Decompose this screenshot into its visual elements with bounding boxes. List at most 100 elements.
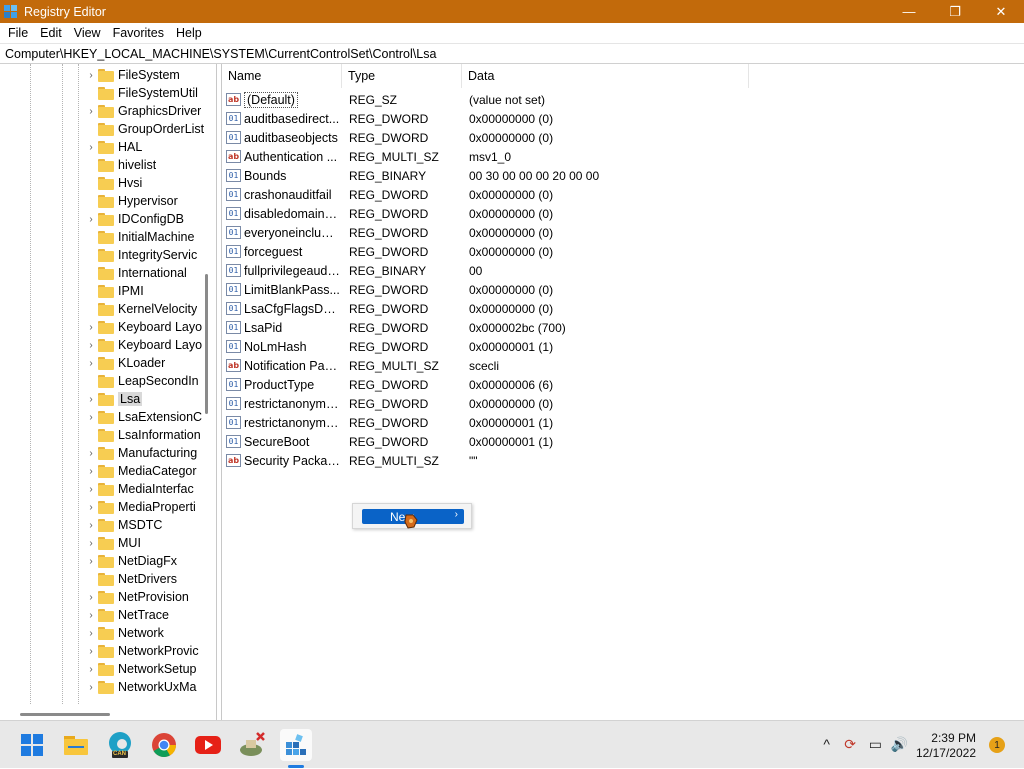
value-row[interactable]: ab (Default) REG_SZ (value not set): [226, 90, 545, 109]
tree-item[interactable]: › NetworkUxMa: [86, 678, 210, 696]
chevron-right-icon[interactable]: ›: [86, 628, 96, 639]
tree-item[interactable]: Hvsi: [86, 174, 210, 192]
value-row[interactable]: 01 everyoneinclude... REG_DWORD 0x00000000 …: [226, 223, 553, 242]
edge-canary-icon[interactable]: CAN: [104, 729, 136, 761]
app-icon[interactable]: [236, 729, 268, 761]
value-row[interactable]: 01 disabledomainc... REG_DWORD 0x00000000 (…: [226, 204, 553, 223]
tree-item[interactable]: › Keyboard Layo: [86, 318, 210, 336]
chevron-right-icon[interactable]: ›: [86, 340, 96, 351]
clock[interactable]: 2:39 PM 12/17/2022: [916, 731, 976, 761]
tree-item[interactable]: GroupOrderList: [86, 120, 210, 138]
value-row[interactable]: 01 restrictanonymo... REG_DWORD 0x00000000 …: [226, 394, 553, 413]
chevron-right-icon[interactable]: ›: [86, 106, 96, 117]
sync-icon[interactable]: ⟳: [844, 736, 856, 753]
tree-item[interactable]: InitialMachine: [86, 228, 210, 246]
tree-horizontal-scrollbar[interactable]: [20, 713, 110, 716]
tree-item[interactable]: › NetTrace: [86, 606, 210, 624]
tree-item[interactable]: › LsaExtensionC: [86, 408, 210, 426]
tree-item[interactable]: › FileSystem: [86, 66, 210, 84]
tree-item[interactable]: › NetProvision: [86, 588, 210, 606]
maximize-button[interactable]: ❐: [932, 0, 978, 23]
menu-view[interactable]: View: [68, 26, 107, 40]
tree-item[interactable]: hivelist: [86, 156, 210, 174]
tree-item[interactable]: FileSystemUtil: [86, 84, 210, 102]
menu-help[interactable]: Help: [170, 26, 208, 40]
menu-edit[interactable]: Edit: [34, 26, 68, 40]
column-data[interactable]: Data: [462, 64, 749, 88]
network-icon[interactable]: ▭: [869, 736, 882, 753]
values-pane[interactable]: Name Type Data ab (Default) REG_SZ (value n…: [221, 64, 1024, 720]
tree-item[interactable]: › Manufacturing: [86, 444, 210, 462]
chevron-right-icon[interactable]: ›: [86, 520, 96, 531]
address-path[interactable]: Computer\HKEY_LOCAL_MACHINE\SYSTEM\Curre…: [5, 47, 436, 61]
chevron-right-icon[interactable]: ›: [86, 502, 96, 513]
tree-item[interactable]: › Lsa: [86, 390, 210, 408]
chevron-right-icon[interactable]: ›: [86, 466, 96, 477]
notification-badge[interactable]: 1: [989, 737, 1005, 753]
registry-editor-taskbar-icon[interactable]: [280, 729, 312, 761]
tree-item[interactable]: › Keyboard Layo: [86, 336, 210, 354]
tree-item[interactable]: › NetDiagFx: [86, 552, 210, 570]
file-explorer-icon[interactable]: [60, 729, 92, 761]
value-row[interactable]: 01 restrictanonymo... REG_DWORD 0x00000001 …: [226, 413, 553, 432]
youtube-icon[interactable]: [192, 729, 224, 761]
menu-favorites[interactable]: Favorites: [107, 26, 170, 40]
tree-item[interactable]: NetDrivers: [86, 570, 210, 588]
tree-item[interactable]: › MediaProperti: [86, 498, 210, 516]
chevron-right-icon[interactable]: ›: [86, 322, 96, 333]
address-bar[interactable]: Computer\HKEY_LOCAL_MACHINE\SYSTEM\Curre…: [0, 43, 1024, 64]
value-row[interactable]: ab Authentication ... REG_MULTI_SZ msv1_0: [226, 147, 511, 166]
tree-item[interactable]: › Network: [86, 624, 210, 642]
tree-item[interactable]: IPMI: [86, 282, 210, 300]
chevron-right-icon[interactable]: ›: [86, 538, 96, 549]
tree-item[interactable]: › HAL: [86, 138, 210, 156]
value-row[interactable]: 01 forceguest REG_DWORD 0x00000000 (0): [226, 242, 553, 261]
close-button[interactable]: ✕: [978, 0, 1024, 23]
chevron-right-icon[interactable]: ›: [86, 214, 96, 225]
tree-item[interactable]: › MSDTC: [86, 516, 210, 534]
chevron-right-icon[interactable]: ›: [86, 664, 96, 675]
chevron-right-icon[interactable]: ›: [86, 412, 96, 423]
chrome-icon[interactable]: [148, 729, 180, 761]
value-row[interactable]: 01 SecureBoot REG_DWORD 0x00000001 (1): [226, 432, 553, 451]
value-row[interactable]: ab Notification Pac... REG_MULTI_SZ scecli: [226, 356, 499, 375]
value-row[interactable]: 01 fullprivilegeaudi... REG_BINARY 00: [226, 261, 482, 280]
column-name[interactable]: Name: [222, 64, 342, 88]
volume-icon[interactable]: 🔊: [891, 736, 908, 753]
column-type[interactable]: Type: [342, 64, 462, 88]
show-hidden-icons-icon[interactable]: ^: [823, 736, 830, 752]
chevron-right-icon[interactable]: ›: [86, 682, 96, 693]
tree-item[interactable]: › NetworkProvic: [86, 642, 210, 660]
value-row[interactable]: 01LsaCfgFlagsDefa... REG_DWORD 0x00000000 …: [226, 299, 553, 318]
value-row[interactable]: 01 ProductType REG_DWORD 0x00000006 (6): [226, 375, 553, 394]
key-tree-pane[interactable]: › FileSystem FileSystemUtil › GraphicsDriver…: [0, 64, 217, 720]
tree-item[interactable]: › KLoader: [86, 354, 210, 372]
chevron-right-icon[interactable]: ›: [86, 142, 96, 153]
value-row[interactable]: 01 LsaPid REG_DWORD 0x000002bc (700): [226, 318, 566, 337]
tree-item[interactable]: Hypervisor: [86, 192, 210, 210]
chevron-right-icon[interactable]: ›: [86, 646, 96, 657]
chevron-right-icon[interactable]: ›: [86, 448, 96, 459]
tree-item[interactable]: › IDConfigDB: [86, 210, 210, 228]
chevron-right-icon[interactable]: ›: [86, 394, 96, 405]
chevron-right-icon[interactable]: ›: [86, 592, 96, 603]
menu-file[interactable]: File: [2, 26, 34, 40]
chevron-right-icon[interactable]: ›: [86, 70, 96, 81]
value-row[interactable]: 01 LimitBlankPass... REG_DWORD 0x00000000 (…: [226, 280, 553, 299]
tree-item[interactable]: › NetworkSetup: [86, 660, 210, 678]
tree-item[interactable]: › MediaInterfac: [86, 480, 210, 498]
tree-item[interactable]: LsaInformation: [86, 426, 210, 444]
tree-item[interactable]: › MUI: [86, 534, 210, 552]
tree-item[interactable]: KernelVelocity: [86, 300, 210, 318]
value-row[interactable]: 01 auditbaseobjects REG_DWORD 0x00000000 (0…: [226, 128, 553, 147]
value-row[interactable]: 01 auditbasedirect... REG_DWORD 0x00000000 …: [226, 109, 553, 128]
tree-item[interactable]: IntegrityServic: [86, 246, 210, 264]
chevron-right-icon[interactable]: ›: [86, 484, 96, 495]
value-row[interactable]: ab Security Packages REG_MULTI_SZ "": [226, 451, 478, 470]
tree-item[interactable]: LeapSecondIn: [86, 372, 210, 390]
value-row[interactable]: 01 Bounds REG_BINARY 00 30 00 00 00 20 00 0…: [226, 166, 599, 185]
chevron-right-icon[interactable]: ›: [86, 358, 96, 369]
value-row[interactable]: 01 NoLmHash REG_DWORD 0x00000001 (1): [226, 337, 553, 356]
start-icon[interactable]: [16, 729, 48, 761]
tree-item[interactable]: › GraphicsDriver: [86, 102, 210, 120]
